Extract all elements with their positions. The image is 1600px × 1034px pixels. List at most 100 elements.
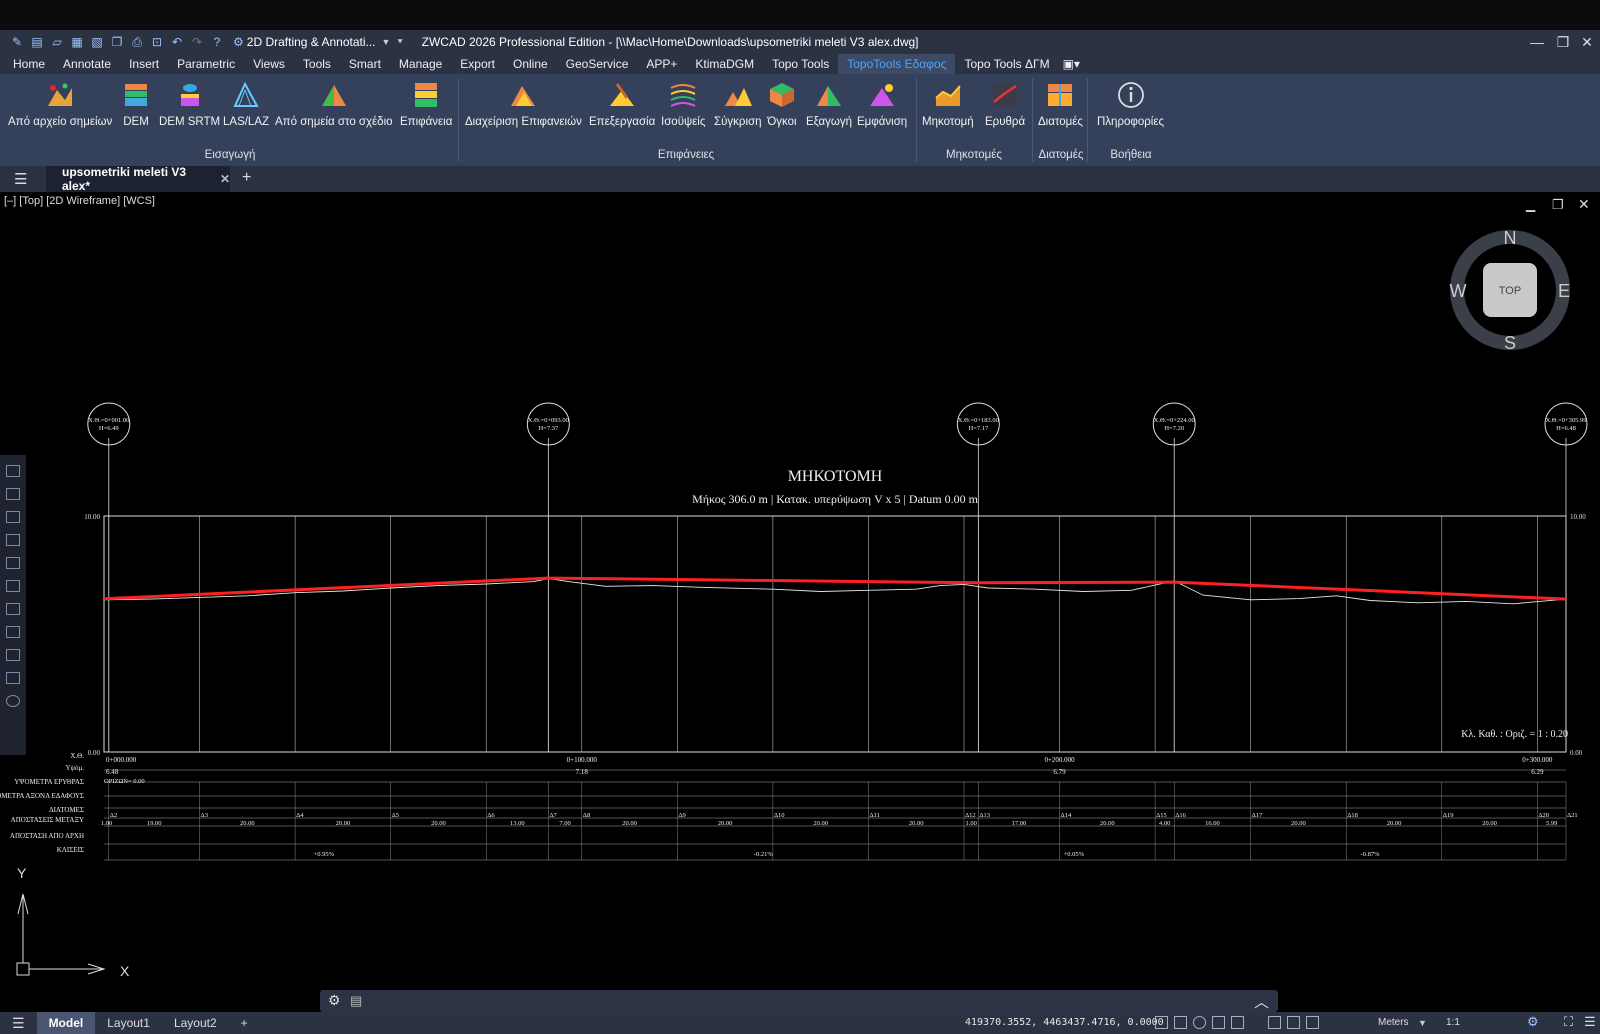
osnap-icon[interactable] <box>1212 1016 1225 1029</box>
points-from-drawing-button[interactable]: Από σημεία στο σχέδιο <box>275 80 393 128</box>
menu-home[interactable]: Home <box>4 54 54 74</box>
menu-online[interactable]: Online <box>504 54 557 74</box>
tool-icon[interactable] <box>6 649 20 661</box>
surface-icon <box>411 80 441 110</box>
tool-icon[interactable] <box>6 557 20 569</box>
fullscreen-icon[interactable]: ⛶ <box>1564 1014 1573 1030</box>
add-layout-button[interactable]: + <box>229 1012 260 1034</box>
panel-surfaces-label: Επιφάνειες <box>657 149 715 161</box>
tab-layout1[interactable]: Layout1 <box>95 1012 162 1034</box>
menu-topo-tools[interactable]: Topo Tools <box>763 54 838 74</box>
display-button[interactable]: Εμφάνιση <box>857 80 907 128</box>
import-points-file-button[interactable]: Από αρχείο σημείων <box>8 80 112 128</box>
export-button[interactable]: Εξαγωγή <box>806 80 852 128</box>
las-laz-button[interactable]: LAS/LAZ <box>223 80 269 128</box>
red-line-button[interactable]: Ερυθρά <box>985 80 1025 128</box>
gear-icon[interactable] <box>6 695 20 707</box>
menu-smart[interactable]: Smart <box>340 54 390 74</box>
units-dropdown-icon[interactable]: ▼ <box>1418 1012 1427 1034</box>
contours-button[interactable]: Ισοϋψείς <box>661 80 705 128</box>
command-settings-icon[interactable]: ⚙ <box>328 992 341 1009</box>
compare-button[interactable]: Σύγκριση <box>714 80 762 128</box>
new-file-icon[interactable]: ▤ <box>30 35 44 49</box>
otrack-icon[interactable] <box>1231 1016 1244 1029</box>
new-tab-button[interactable]: + <box>242 169 251 187</box>
open-folder-icon[interactable]: ▱ <box>50 35 64 49</box>
section-label: Δ18 <box>1347 812 1358 819</box>
command-line[interactable]: ⚙ ▤ ︿ <box>320 990 1278 1012</box>
tool-icon[interactable] <box>6 465 20 477</box>
ucs-x-label: X <box>120 963 130 979</box>
cross-sections-button[interactable]: Διατομές <box>1038 80 1083 128</box>
tool-icon[interactable] <box>6 534 20 546</box>
grid-icon[interactable] <box>1155 1016 1168 1029</box>
workspace-select[interactable]: ⚙ 2D Drafting & Annotati... ▼ ⯆ <box>233 35 404 49</box>
customize-quick-access-icon[interactable]: ⯆ <box>396 37 403 48</box>
menu-geoservice[interactable]: GeoService <box>557 54 638 74</box>
copy-icon[interactable]: ❐ <box>110 35 124 49</box>
tool-icon[interactable] <box>6 580 20 592</box>
document-tab-bar: ☰ upsometriki meleti V3 alex* ✕ + <box>0 165 1600 193</box>
tool-icon[interactable] <box>6 626 20 638</box>
close-icon[interactable]: ✕ <box>1574 30 1600 54</box>
surface-button[interactable]: Επιφάνεια <box>400 80 452 128</box>
menu-export[interactable]: Export <box>451 54 504 74</box>
dem-srtm-button[interactable]: DEM SRTM <box>159 80 220 128</box>
save-as-icon[interactable]: ▧ <box>90 35 104 49</box>
menu-icon[interactable]: ☰ <box>14 170 27 188</box>
dem-button[interactable]: DEM <box>121 80 151 128</box>
undo-icon[interactable]: ↶ <box>170 35 184 49</box>
polar-icon[interactable] <box>1193 1016 1206 1029</box>
menu-ktimadgm[interactable]: KtimaDGM <box>686 54 763 74</box>
ribbon-toggle-icon[interactable]: ▣▾ <box>1059 54 1084 74</box>
app-logo-icon[interactable]: ✎ <box>10 35 24 49</box>
manage-surfaces-button[interactable]: Διαχείριση Επιφανειών <box>465 80 582 128</box>
tab-model[interactable]: Model <box>36 1012 96 1034</box>
annotation-scale[interactable]: 1:1 <box>1446 1012 1460 1034</box>
tool-icon[interactable] <box>6 672 20 684</box>
command-history-icon[interactable]: ▤ <box>350 993 362 1009</box>
layout-menu-icon[interactable]: ☰ <box>0 1012 37 1034</box>
menu-app-plus[interactable]: APP+ <box>637 54 686 74</box>
tab-layout2[interactable]: Layout2 <box>162 1012 229 1034</box>
info-button[interactable]: Πληροφορίες <box>1097 80 1164 128</box>
chevron-up-icon[interactable]: ︿ <box>1254 991 1269 1012</box>
profile-grid <box>108 516 1567 752</box>
marker-station: Χ.Θ.=0+093.00 <box>528 417 569 424</box>
tool-icon[interactable] <box>6 488 20 500</box>
maximize-icon[interactable]: ❐ <box>1550 30 1576 54</box>
menu-insert[interactable]: Insert <box>120 54 168 74</box>
menu-views[interactable]: Views <box>244 54 294 74</box>
close-tab-icon[interactable]: ✕ <box>220 172 230 186</box>
elevation-label: 6.29 <box>1531 768 1544 776</box>
document-tab[interactable]: upsometriki meleti V3 alex* ✕ <box>46 165 230 193</box>
save-icon[interactable]: ▦ <box>70 35 84 49</box>
customize-status-icon[interactable]: ☰ <box>1584 1014 1596 1030</box>
minimize-icon[interactable]: — <box>1524 30 1550 54</box>
selection-icon[interactable] <box>1287 1016 1300 1029</box>
tool-icon[interactable] <box>6 603 20 615</box>
plot-preview-icon[interactable]: ⊡ <box>150 35 164 49</box>
help-icon[interactable]: ? <box>210 35 224 49</box>
gear-icon: ⚙ <box>233 35 244 49</box>
lineweight-icon[interactable] <box>1268 1016 1281 1029</box>
snap-icon[interactable] <box>1174 1016 1187 1029</box>
menu-tools[interactable]: Tools <box>294 54 340 74</box>
menu-topotools-edafos[interactable]: TopoTools Εδαφος <box>838 54 956 74</box>
volumes-button[interactable]: Όγκοι <box>767 80 797 128</box>
redo-icon[interactable]: ↷ <box>190 35 204 49</box>
settings-icon[interactable]: ⚙ <box>1527 1014 1539 1030</box>
profile-button[interactable]: Μηκοτομή <box>922 80 974 128</box>
menu-topo-tools-dgm[interactable]: Topo Tools ΔΓΜ <box>955 54 1058 74</box>
drawing-viewport[interactable]: [–] [Top] [2D Wireframe] [WCS] ▁ ❐ ✕ TOP… <box>0 192 1600 1012</box>
menu-annotate[interactable]: Annotate <box>54 54 120 74</box>
model-space-icon[interactable] <box>1306 1016 1319 1029</box>
marker-elevation: Η=6.49 <box>99 425 119 432</box>
units-label[interactable]: Meters <box>1378 1012 1409 1034</box>
section-label: Δ9 <box>678 812 685 819</box>
tool-icon[interactable] <box>6 511 20 523</box>
menu-manage[interactable]: Manage <box>390 54 451 74</box>
print-icon[interactable]: ⎙ <box>130 35 144 49</box>
edit-button[interactable]: Επεξεργασία <box>589 80 655 128</box>
menu-parametric[interactable]: Parametric <box>168 54 244 74</box>
